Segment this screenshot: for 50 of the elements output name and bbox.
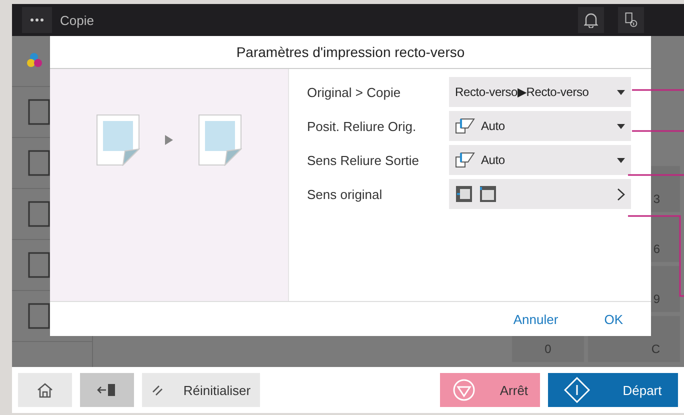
reset-button[interactable]: Réinitialiser [142, 373, 260, 407]
page-icon [26, 97, 52, 127]
screen-title: Copie [60, 12, 94, 28]
binding-icon [455, 152, 475, 168]
setting-label: Sens Reliure Sortie [307, 152, 420, 168]
home-icon [36, 382, 54, 398]
notification-button[interactable] [578, 7, 604, 33]
page-icon [26, 148, 52, 178]
leader-line [632, 89, 684, 91]
logout-button[interactable] [80, 373, 134, 407]
dropdown[interactable]: Auto [449, 111, 631, 141]
start-button[interactable]: Départ [548, 373, 678, 407]
page-icon [26, 250, 52, 280]
caret-icon [617, 90, 625, 94]
menu-button[interactable] [22, 7, 52, 33]
home-button[interactable] [18, 373, 72, 407]
stop-button[interactable]: Arrêt [440, 373, 540, 407]
chevron-icon [617, 188, 625, 200]
logout-icon [97, 382, 117, 398]
orientation-icon [455, 185, 473, 203]
page-drawing [198, 114, 242, 166]
page-drawing [96, 114, 140, 166]
dialog-title: Paramètres d'impression recto-verso [236, 44, 465, 60]
caret-icon [617, 158, 625, 162]
key-label: C [651, 342, 660, 356]
leader-line [628, 174, 684, 176]
key-label: 0 [544, 342, 552, 356]
bell-icon [584, 12, 598, 28]
device-info-button[interactable] [618, 7, 644, 33]
dropdown[interactable]: Recto-verso▶Recto-verso [449, 77, 631, 107]
leader-line [632, 130, 684, 132]
setting-label: Sens original [307, 186, 384, 202]
key-label: 3 [653, 192, 660, 206]
reset-icon [151, 383, 166, 397]
setting-label: Posit. Reliure Orig. [307, 118, 418, 134]
setting-button[interactable] [449, 179, 631, 209]
device-info-icon [624, 11, 638, 29]
caret-icon [617, 124, 625, 128]
orientation-icon [479, 185, 497, 203]
arrow-icon [164, 134, 174, 146]
stop-icon [452, 378, 476, 402]
page-icon [26, 301, 52, 331]
key-label: 6 [653, 242, 660, 256]
binding-icon [455, 118, 475, 134]
menu-icon [30, 18, 44, 22]
page-icon [26, 199, 52, 229]
setting-label: Original > Copie [307, 84, 402, 100]
start-icon [564, 377, 590, 403]
key-label: 9 [653, 292, 660, 306]
dropdown[interactable]: Auto [449, 145, 631, 175]
